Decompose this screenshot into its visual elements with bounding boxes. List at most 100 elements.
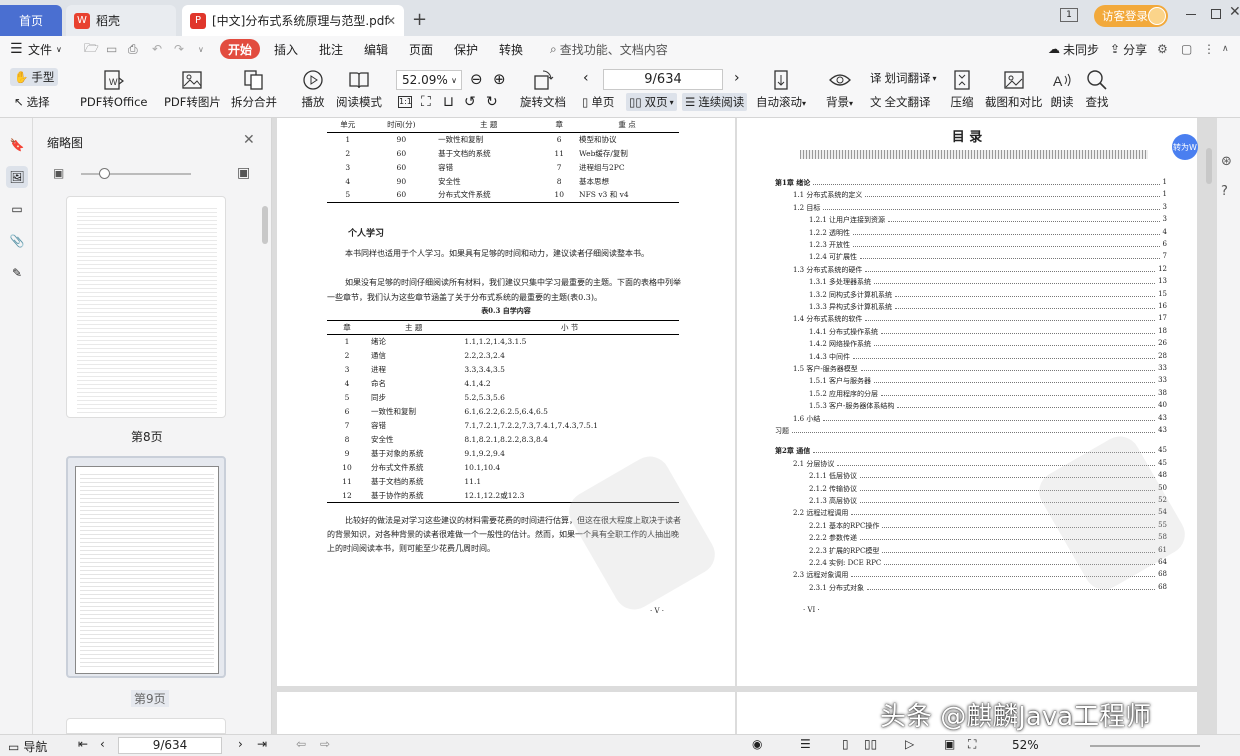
toc-entry[interactable]: 1.5.2 应用程序的分层 38	[809, 389, 1167, 399]
pdf-to-office-button[interactable]: W PDF转Office	[80, 68, 147, 110]
toc-entry[interactable]: 1.2.3 开放性 6	[809, 240, 1167, 250]
comment-icon[interactable]: ▢	[1181, 40, 1192, 58]
ai-icon[interactable]: ⊛	[1221, 154, 1232, 169]
large-thumb-icon[interactable]: ▣	[237, 165, 250, 181]
play-button[interactable]: 播放	[301, 68, 325, 110]
zoom-out-icon[interactable]: ⊖	[470, 70, 483, 88]
sync-button[interactable]: ☁ 未同步	[1048, 40, 1099, 58]
autoscroll-button[interactable]: 自动滚动▾	[756, 68, 806, 110]
share-button[interactable]: ⇪ 分享	[1110, 40, 1147, 58]
find-button[interactable]: 查找	[1085, 68, 1109, 110]
bookmark-icon[interactable]: 🔖	[6, 134, 28, 156]
search-box[interactable]: ⌕ 查找功能、文档内容	[550, 40, 668, 58]
single-page-button[interactable]: ▯ 单页	[582, 94, 614, 110]
forward-icon[interactable]: ⇨	[320, 737, 330, 751]
convert-to-word-button[interactable]: 转为W	[1172, 134, 1198, 160]
thumbnail-page-9[interactable]	[66, 456, 226, 678]
hand-tool[interactable]: ✋ 手型	[10, 68, 59, 86]
rotate-doc-button[interactable]: 旋转文档	[520, 68, 566, 110]
settings-icon[interactable]: ⚙	[1157, 40, 1168, 58]
toc-entry[interactable]: 1.4.2 网络操作系统 26	[809, 339, 1167, 349]
open-folder-icon[interactable]: 🗁	[84, 40, 99, 58]
small-thumb-icon[interactable]: ▣	[53, 166, 64, 180]
menu-page[interactable]: 页面	[409, 40, 433, 58]
single-mode-icon[interactable]: ▯	[842, 737, 849, 751]
toc-entry[interactable]: 1.4.1 分布式操作系统 18	[809, 327, 1167, 337]
toc-entry[interactable]: 1.5.3 客户-服务器体系结构 40	[809, 401, 1167, 411]
menu-annotate[interactable]: 批注	[319, 40, 343, 58]
print-icon[interactable]: ⎙	[128, 40, 138, 58]
hamburger-icon[interactable]: ☰	[10, 40, 23, 58]
save-icon[interactable]: ▭	[106, 40, 117, 58]
toc-entry[interactable]: 1.3 分布式系统的硬件 12	[793, 265, 1167, 275]
double-page-button[interactable]: ▯▯ 双页 ▾	[626, 93, 677, 111]
next-page-icon[interactable]: ›	[734, 70, 740, 86]
page-input[interactable]: 9/634	[603, 69, 723, 90]
collapse-ribbon-icon[interactable]: ∧	[1222, 40, 1229, 58]
zoom-in-icon[interactable]: ⊕	[493, 70, 506, 88]
close-panel-icon[interactable]: ✕	[243, 132, 255, 148]
toc-entry[interactable]: 习题 43	[775, 426, 1167, 436]
help-icon[interactable]: ?	[1221, 184, 1228, 199]
pdf-to-image-button[interactable]: PDF转图片	[164, 68, 221, 110]
toc-entry[interactable]: 1.3.3 异构式多计算机系统 16	[809, 302, 1167, 312]
maximize-icon[interactable]	[1211, 9, 1221, 19]
play-mode-icon[interactable]: ▷	[905, 737, 914, 751]
zoom-select[interactable]: 52.09% ∨	[396, 70, 462, 90]
slider-handle[interactable]	[99, 168, 110, 179]
fit-status-icon[interactable]: ⛶	[968, 737, 976, 752]
menu-edit[interactable]: 编辑	[364, 40, 388, 58]
thumb-size-slider[interactable]	[81, 168, 191, 179]
file-menu[interactable]: 文件 ∨	[28, 40, 62, 58]
thumbnail-page-10[interactable]	[66, 718, 226, 734]
thumbnail-icon[interactable]: 🖼	[6, 166, 28, 188]
continuous-mode-icon[interactable]: ☰	[800, 737, 811, 751]
toc-entry[interactable]: 1.4 分布式系统的软件 17	[793, 314, 1167, 324]
thumbnail-page-8[interactable]	[66, 196, 226, 418]
fit-width-icon[interactable]: ⊔	[443, 94, 454, 110]
read-aloud-button[interactable]: A 朗读	[1050, 68, 1074, 110]
toc-entry[interactable]: 1.2 目标 3	[793, 203, 1167, 213]
window-close-icon[interactable]: ✕	[1229, 4, 1240, 20]
attachment-icon[interactable]: 📎	[6, 230, 28, 252]
first-page-icon[interactable]: ⇤	[78, 737, 88, 751]
tab-document[interactable]: P [中文]分布式系统原理与范型.pdf ✕	[182, 5, 404, 36]
toc-entry[interactable]: 1.2.2 透明性 4	[809, 228, 1167, 238]
more-icon[interactable]: ∨	[198, 40, 204, 58]
login-button[interactable]: 访客登录	[1094, 5, 1168, 27]
back-icon[interactable]: ⇦	[296, 737, 306, 751]
toc-entry[interactable]: 1.2.4 可扩展性 7	[809, 252, 1167, 262]
toc-entry[interactable]: 第1章 绪论 1	[775, 178, 1167, 188]
zoom-slider[interactable]	[1090, 745, 1200, 747]
page-count-icon[interactable]: 1	[1060, 8, 1078, 22]
undo-icon[interactable]: ↶	[152, 40, 162, 58]
continuous-read-button[interactable]: ☰ 连续阅读	[682, 93, 748, 111]
toc-entry[interactable]: 1.6 小结 43	[793, 414, 1167, 424]
fit-page-icon[interactable]: ⛶	[421, 94, 431, 110]
toc-entry[interactable]: 1.5.1 客户与服务器 33	[809, 376, 1167, 386]
menu-protect[interactable]: 保护	[454, 40, 478, 58]
full-translate-button[interactable]: 文 全文翻译	[870, 94, 931, 110]
menu-start[interactable]: 开始	[220, 39, 260, 59]
thumb-scrollbar[interactable]	[262, 206, 268, 244]
redo-icon[interactable]: ↷	[174, 40, 184, 58]
new-tab-icon[interactable]: +	[412, 9, 427, 30]
menu-insert[interactable]: 插入	[274, 40, 298, 58]
signature-icon[interactable]: ✎	[6, 262, 28, 284]
tab-docer[interactable]: W 稻壳	[66, 5, 176, 36]
zoom-level[interactable]: 52%	[1012, 738, 1039, 752]
actual-size-icon[interactable]: 1:1	[398, 96, 412, 108]
toc-entry[interactable]: 1.3.1 多处理器系统 13	[809, 277, 1167, 287]
toc-entry[interactable]: 1.4.3 中间件 28	[809, 352, 1167, 362]
toc-entry[interactable]: 1.2.1 让用户连接到资源 3	[809, 215, 1167, 225]
read-mode-button[interactable]: 阅读模式	[336, 68, 382, 110]
close-icon[interactable]: ✕	[386, 14, 396, 28]
last-page-icon[interactable]: ⇥	[257, 737, 267, 751]
nav-toggle[interactable]: ▭ 导航	[8, 738, 47, 755]
doc-scrollbar[interactable]	[1206, 148, 1212, 184]
word-translate-button[interactable]: 译 划词翻译 ▾	[870, 70, 937, 86]
select-tool[interactable]: ↖ 选择	[14, 94, 50, 110]
more-options-icon[interactable]: ⋮	[1203, 40, 1215, 58]
next-page-icon[interactable]: ›	[238, 737, 243, 751]
eye-mode-icon[interactable]: ◉	[752, 737, 762, 751]
